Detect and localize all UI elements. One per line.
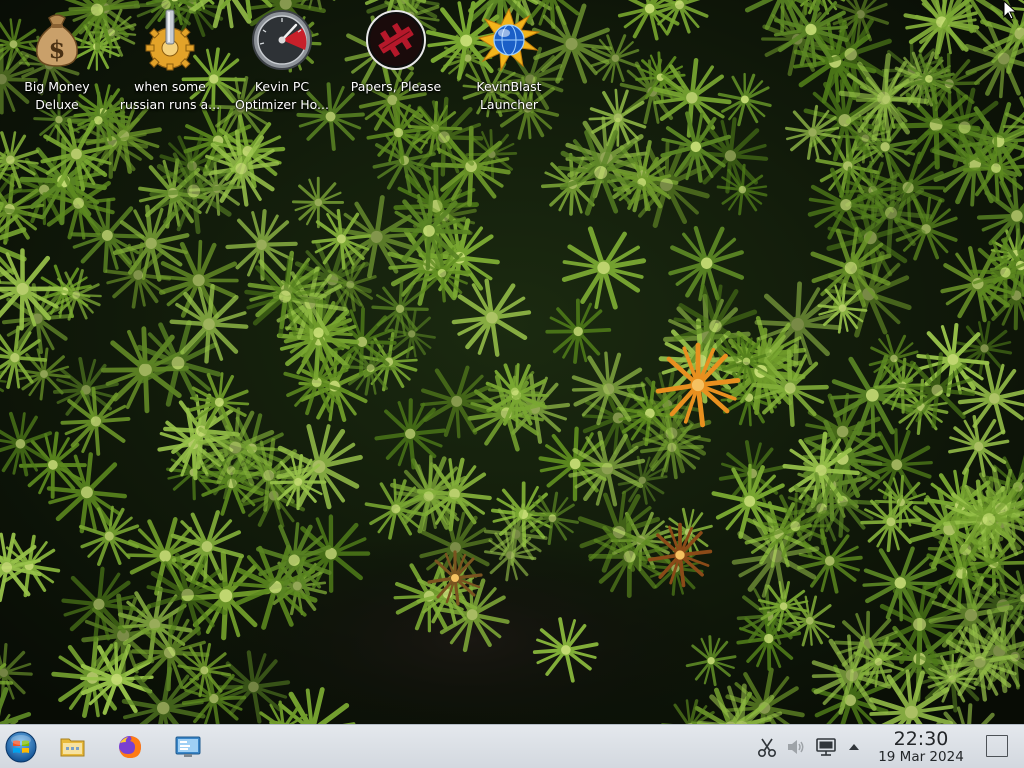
desktop-icon-papers-please[interactable]: Papers, Please xyxy=(340,8,452,116)
speedometer-icon xyxy=(252,10,312,70)
display-icon xyxy=(816,738,836,756)
tray-expand-arrow-icon xyxy=(849,744,859,750)
taskbar-launcher-file-manager[interactable] xyxy=(56,730,90,764)
globe-burst-icon xyxy=(477,8,541,72)
clipboard-scissors-icon xyxy=(757,738,777,758)
clock-time: 22:30 xyxy=(893,728,949,750)
tray-volume[interactable] xyxy=(784,735,808,759)
papers-please-icon xyxy=(366,10,426,70)
taskbar-launcher-system-settings[interactable] xyxy=(171,730,205,764)
taskbar: 22:30 19 Mar 2024 xyxy=(0,724,1024,768)
clock[interactable]: 22:30 19 Mar 2024 xyxy=(862,729,980,767)
tray-clipboard[interactable] xyxy=(755,735,779,759)
system-settings-icon xyxy=(175,736,201,757)
desktop-icon-label: Papers, Please xyxy=(350,79,442,94)
desktop-icon-label: KevinBlast Launcher xyxy=(476,79,542,112)
file-manager-icon xyxy=(60,738,85,757)
svg-text:$: $ xyxy=(49,35,66,64)
desktop-icon-label: Big Money Deluxe xyxy=(24,79,90,112)
desktop-icon-kevin-pc-optimizer[interactable]: Kevin PC Optimizer Ho... xyxy=(226,8,338,116)
desktop-icon-russian-runs[interactable]: when some russian runs a... xyxy=(114,8,226,116)
desktop-icon-big-money-deluxe[interactable]: $ Big Money Deluxe xyxy=(1,8,113,116)
firefox-icon xyxy=(119,736,141,758)
mouse-cursor-icon xyxy=(1003,0,1017,20)
desktop-icon-label: when some russian runs a... xyxy=(119,79,221,112)
volume-icon xyxy=(788,740,804,754)
money-bag-icon: $ xyxy=(36,14,78,67)
clock-date: 19 Mar 2024 xyxy=(878,749,964,765)
desktop[interactable]: $ Big Money Deluxe when some russian run… xyxy=(0,0,1024,768)
start-orb-icon xyxy=(5,731,37,763)
start-button[interactable] xyxy=(4,730,38,764)
taskbar-launcher-firefox[interactable] xyxy=(113,730,147,764)
desktop-icon-kevinblast-launcher[interactable]: KevinBlast Launcher xyxy=(453,8,565,116)
desktop-icon-label: Kevin PC Optimizer Ho... xyxy=(235,79,329,112)
gear-icon xyxy=(145,9,195,71)
tray-display[interactable] xyxy=(814,735,838,759)
show-desktop-icon[interactable] xyxy=(986,735,1008,757)
